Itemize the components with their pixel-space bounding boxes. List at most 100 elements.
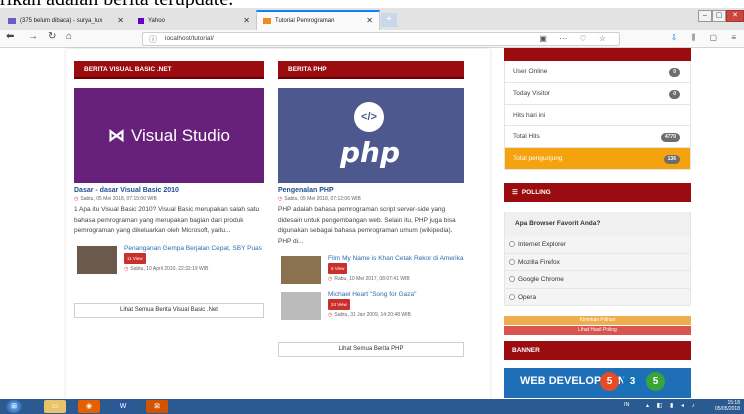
date-text: Sabtu, 05 Mei 2018, 07:12:06 WIB	[284, 196, 361, 202]
radio-button[interactable]	[509, 276, 515, 283]
option-label: Mozilla Firefox	[518, 258, 560, 266]
related-body: Film My Name is Khan Cetak Rekor di Amer…	[328, 254, 468, 284]
article-title-link[interactable]: Dasar - dasar Visual Basic 2010	[74, 187, 264, 194]
related-item[interactable]: Penanganan Gempa Berjalan Cepat, SBY Pua…	[74, 244, 264, 278]
related-item[interactable]: Film My Name is Khan Cetak Rekor di Amer…	[278, 254, 464, 288]
clock-icon: ◷	[278, 196, 283, 202]
polling-title: POLLING	[521, 188, 551, 196]
web-page: BERITA VISUAL BASIC .NET ⋈ Visual Studio …	[0, 48, 744, 399]
visual-studio-icon: ⋈	[108, 126, 125, 145]
related-body: Michael Heart "Song for Gaza" 24 View ◷ S…	[328, 290, 468, 320]
web-development-banner[interactable]: WEB DEVELOPMENT 5 3 5	[504, 368, 691, 399]
related-date: ◷ Sabtu, 10 April 2010, 22:32:19 WIB	[124, 265, 264, 274]
word-icon[interactable]: W	[112, 400, 134, 413]
stat-badge: 136	[663, 155, 680, 165]
tab-label: Tutorial Pemrograman	[275, 18, 335, 24]
visual-studio-image[interactable]: ⋈ Visual Studio	[74, 88, 264, 183]
view-count-badge: 6 View	[328, 263, 348, 274]
see-all-vb-button[interactable]: Lihat Semua Berita Visual Basic .Net	[74, 303, 264, 318]
stat-label: Hits hari ini	[513, 111, 546, 119]
tab-tutorial[interactable]: Tutorial Pemrograman ✕	[256, 10, 380, 30]
html5-green-icon: 5	[646, 372, 665, 392]
stat-label: Total Hits	[513, 133, 540, 141]
info-icon[interactable]: ⓘ	[149, 34, 157, 45]
related-thumbnail[interactable]	[281, 256, 321, 284]
article-summary: PHP adalah bahasa pemrograman script ser…	[278, 206, 456, 245]
php-logo-text: php	[340, 136, 401, 169]
visual-studio-logo: ⋈ Visual Studio	[108, 126, 230, 146]
stat-label: Total pengunjung	[513, 155, 563, 163]
option-label: Opera	[518, 293, 537, 301]
poll-question: Apa Browser Favorit Anda?	[504, 211, 691, 236]
close-window-button[interactable]: ✕	[726, 10, 744, 22]
see-all-php-button[interactable]: Lihat Semua Berita PHP	[278, 342, 464, 357]
related-thumbnail[interactable]	[281, 292, 321, 320]
xampp-icon[interactable]: ⊠	[146, 400, 168, 413]
sidebar-header-edge	[504, 48, 691, 61]
stat-badge: 0	[669, 89, 680, 99]
radio-button[interactable]	[509, 258, 515, 265]
list-icon: ☰	[512, 188, 518, 196]
submit-poll-button[interactable]: Kirimkan Pilihan	[504, 316, 691, 326]
view-count-badge: 24 View	[328, 299, 350, 310]
tab-mail[interactable]: (375 belum dibaca) - surya_lux ✕	[2, 12, 130, 30]
tray-icons[interactable]: ▴ ◧ ▮ ◂ ♪	[646, 402, 698, 409]
radio-button[interactable]	[509, 240, 515, 247]
polling-header: ☰ POLLING	[504, 182, 691, 202]
php-image[interactable]: </> php	[278, 88, 464, 183]
start-button[interactable]: ⊞	[6, 400, 22, 413]
view-count-badge: 11 View	[124, 252, 146, 264]
option-label: Internet Explorer	[518, 240, 567, 248]
related-item[interactable]: Michael Heart "Song for Gaza" 24 View ◷ S…	[278, 290, 464, 324]
toolbar-icons[interactable]: ⇩ ⫼ ▢ ≡	[671, 33, 742, 43]
language-indicator[interactable]: IN	[624, 402, 630, 408]
article-title-link[interactable]: Pengenalan PHP	[278, 187, 464, 194]
view-poll-results-button[interactable]: Lihat Hasil Poling	[504, 326, 691, 336]
related-body: Penanganan Gempa Berjalan Cepat, SBY Pua…	[124, 244, 264, 274]
page-actions-icons[interactable]: ▣ ⋯ ♡ ☆	[539, 34, 611, 43]
related-title-link[interactable]: Michael Heart "Song for Gaza"	[328, 291, 416, 298]
system-clock[interactable]: 15:18 05/05/2018	[715, 400, 740, 412]
forward-icon[interactable]: →	[28, 31, 38, 42]
poll-option-ie[interactable]: Internet Explorer	[504, 235, 691, 254]
file-explorer-icon[interactable]: ▭	[44, 400, 66, 413]
article-date: ◷ Sabtu, 05 Mei 2018, 07:15:00 WIB	[74, 196, 264, 202]
close-icon[interactable]: ✕	[243, 16, 250, 25]
stat-today-visitor: Today Visitor 0	[504, 82, 691, 105]
related-title-link[interactable]: Film My Name is Khan Cetak Rekor di Amer…	[328, 255, 463, 262]
close-icon[interactable]: ✕	[366, 16, 373, 25]
news-container: BERITA VISUAL BASIC .NET ⋈ Visual Studio …	[66, 49, 490, 399]
close-icon[interactable]: ✕	[117, 16, 124, 25]
back-icon[interactable]: ⬅	[6, 31, 14, 42]
tab-yahoo[interactable]: Yahoo ✕	[132, 12, 256, 30]
home-icon[interactable]: ⌂	[66, 31, 72, 42]
related-title-link[interactable]: Penanganan Gempa Berjalan Cepat, SBY Pua…	[124, 245, 262, 252]
stat-label: Today Visitor	[513, 89, 551, 97]
browser-tab-bar: (375 belum dibaca) - surya_lux ✕ Yahoo ✕…	[0, 8, 744, 30]
date-text: Sabtu, 05 Mei 2018, 07:15:00 WIB	[80, 196, 157, 202]
column-header: BERITA VISUAL BASIC .NET	[74, 61, 264, 79]
spacer	[504, 201, 691, 212]
firefox-icon[interactable]: ◉	[78, 400, 100, 413]
poll-option-opera[interactable]: Opera	[504, 288, 691, 307]
url-text[interactable]: localhost/tutorial/	[165, 35, 214, 42]
navigation-bar: ⬅ → ↻ ⌂ ⓘ localhost/tutorial/ ▣ ⋯ ♡ ☆ ⇩ …	[0, 30, 744, 48]
tab-label: Yahoo	[148, 18, 165, 24]
date-text: Sabtu, 31 Jan 2009, 14:20:48 WIB	[334, 312, 411, 318]
new-tab-button[interactable]: +	[381, 13, 397, 27]
mail-icon	[8, 18, 16, 24]
radio-button[interactable]	[509, 293, 515, 300]
option-label: Google Chrome	[518, 276, 564, 284]
poll-option-firefox[interactable]: Mozilla Firefox	[504, 253, 691, 272]
stat-label: User Online	[513, 68, 548, 75]
maximize-button[interactable]: ▢	[712, 10, 726, 22]
minimize-button[interactable]: –	[698, 10, 712, 22]
url-bar[interactable]: ⓘ localhost/tutorial/ ▣ ⋯ ♡ ☆	[142, 32, 620, 46]
clock-icon: ◷	[328, 276, 333, 282]
reload-icon[interactable]: ↻	[48, 31, 56, 42]
banner-header: BANNER	[504, 341, 691, 361]
poll-option-chrome[interactable]: Google Chrome	[504, 271, 691, 289]
news-column-php: BERITA PHP </> php Pengenalan PHP ◷ Sabtu…	[278, 61, 464, 324]
css3-icon: 3	[623, 372, 642, 392]
related-thumbnail[interactable]	[77, 245, 117, 274]
